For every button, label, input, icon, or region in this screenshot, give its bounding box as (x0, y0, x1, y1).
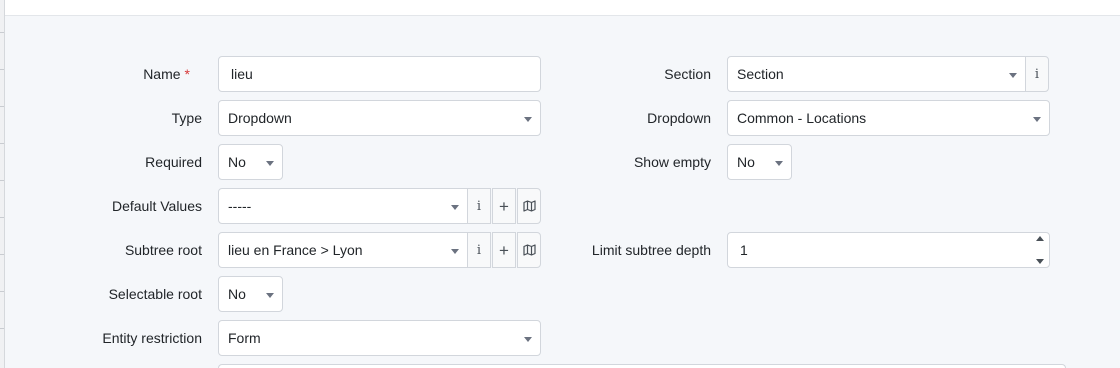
type-label: Type (171, 110, 202, 126)
required-mark: * (184, 66, 190, 82)
chevron-down-icon (451, 204, 459, 210)
dropdown-select[interactable]: Common - Locations (727, 100, 1050, 136)
chevron-down-icon (266, 160, 274, 166)
default-values-label: Default Values (111, 198, 202, 214)
default-values-add-button[interactable]: + (492, 188, 516, 224)
top-bar (5, 0, 1120, 16)
type-select[interactable]: Dropdown (218, 100, 541, 136)
show-empty-select[interactable]: No (727, 144, 792, 180)
entity-restriction-select[interactable]: Form (218, 320, 541, 356)
spin-down-icon[interactable] (1036, 259, 1044, 264)
required-label: Required (145, 154, 202, 170)
section-select[interactable]: Section (727, 56, 1026, 92)
chevron-down-icon (451, 248, 459, 254)
entity-restriction-label: Entity restriction (102, 330, 202, 346)
chevron-down-icon (524, 116, 532, 122)
info-icon: i (476, 242, 482, 258)
chevron-down-icon (1009, 72, 1017, 78)
subtree-root-add-button[interactable]: + (492, 232, 516, 268)
dropdown-label: Dropdown (647, 110, 711, 126)
plus-icon: + (499, 240, 509, 260)
subtree-root-info-button[interactable]: i (467, 232, 491, 268)
left-panel-edge (0, 0, 5, 368)
subtree-root-label: Subtree root (124, 242, 202, 258)
default-values-map-button[interactable] (517, 188, 541, 224)
section-label: Section (664, 66, 711, 82)
map-icon (522, 200, 536, 212)
limit-subtree-depth-input[interactable]: 1 (727, 232, 1050, 268)
subtree-root-select[interactable]: lieu en France > Lyon (218, 232, 468, 268)
info-icon: i (476, 198, 482, 214)
show-empty-label: Show empty (633, 154, 711, 170)
limit-subtree-depth-label: Limit subtree depth (591, 242, 711, 258)
plus-icon: + (499, 196, 509, 216)
chevron-down-icon (775, 160, 783, 166)
selectable-root-select[interactable]: No (218, 276, 283, 312)
spin-up-icon[interactable] (1036, 236, 1044, 241)
info-icon: i (1034, 66, 1040, 82)
default-values-select[interactable]: ----- (218, 188, 468, 224)
map-icon (522, 244, 536, 256)
next-field-partial[interactable] (218, 364, 1066, 368)
chevron-down-icon (1033, 116, 1041, 122)
chevron-down-icon (266, 292, 274, 298)
number-spinner[interactable] (1035, 236, 1045, 264)
name-input[interactable]: lieu (218, 56, 541, 92)
section-info-button[interactable]: i (1025, 56, 1049, 92)
default-values-info-button[interactable]: i (467, 188, 491, 224)
chevron-down-icon (524, 336, 532, 342)
subtree-root-map-button[interactable] (517, 232, 541, 268)
required-select[interactable]: No (218, 144, 283, 180)
name-label: Name * (143, 66, 190, 82)
selectable-root-label: Selectable root (108, 286, 202, 302)
